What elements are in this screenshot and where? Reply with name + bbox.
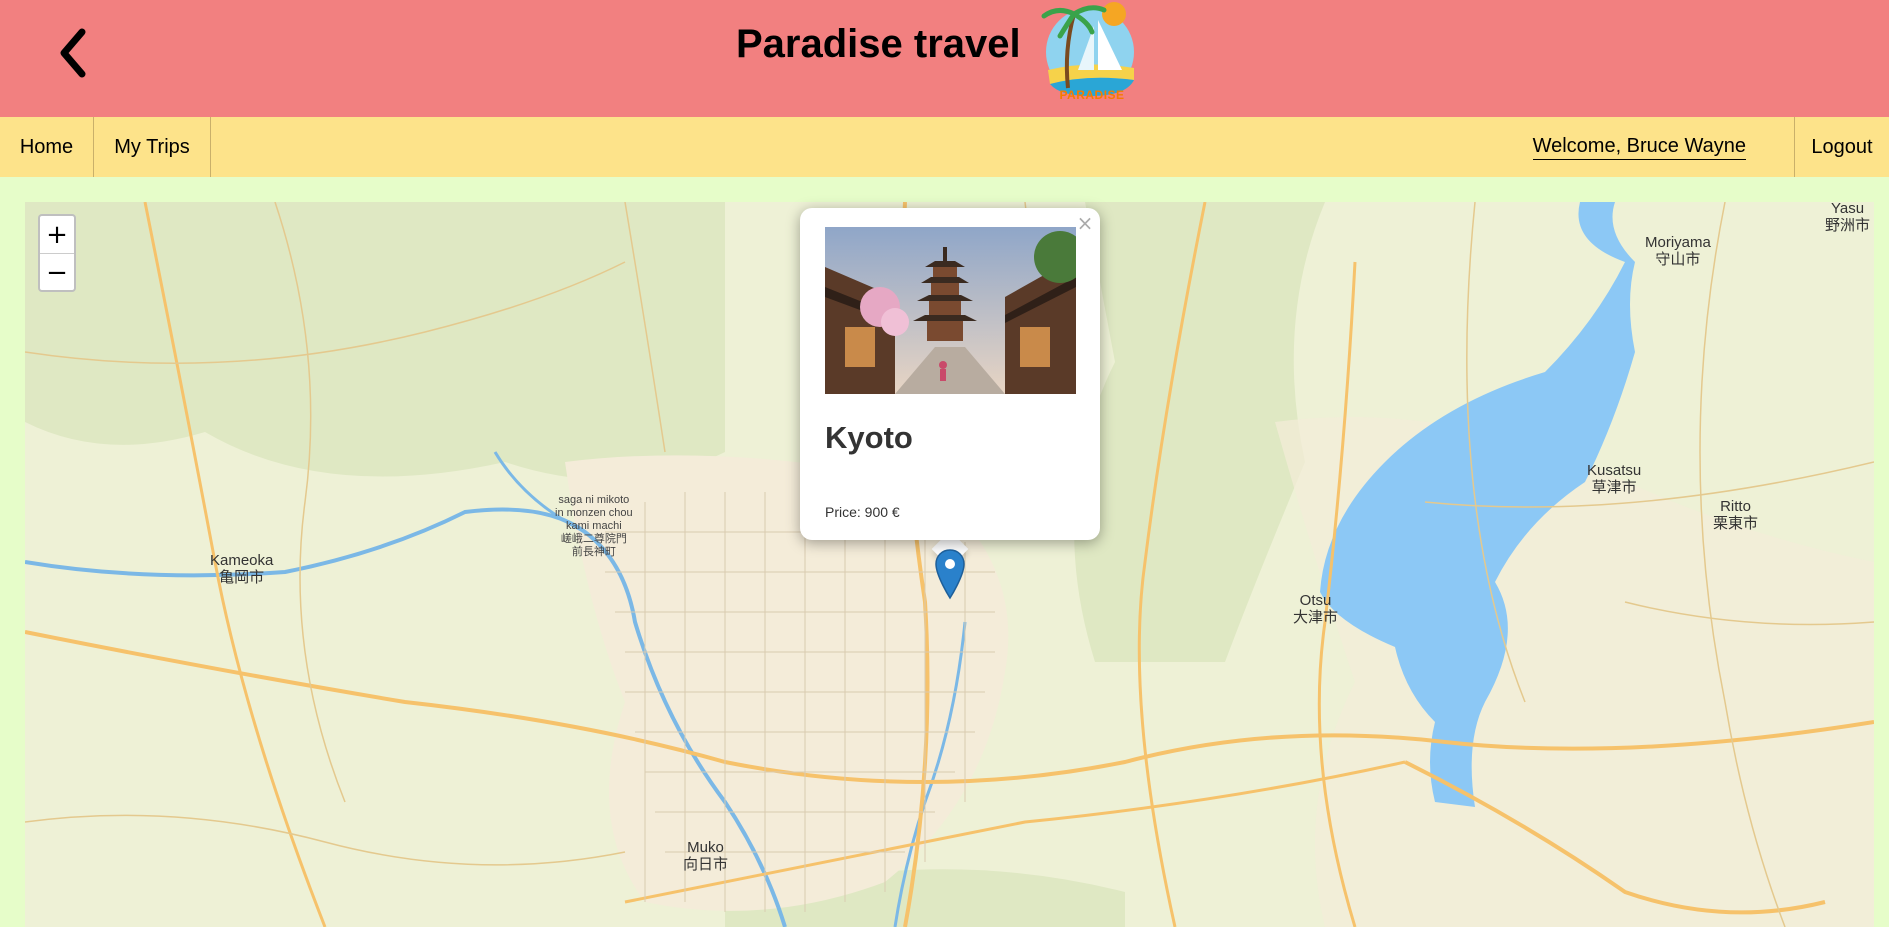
map-label-ritto: Ritto 栗東市: [1713, 498, 1758, 532]
map-label-ritto-en: Ritto: [1720, 498, 1751, 515]
map-label-moriyama: Moriyama 守山市: [1645, 234, 1711, 268]
popup-close-button[interactable]: ×: [1074, 211, 1096, 235]
back-button[interactable]: [48, 18, 98, 88]
map-label-saga-3: kami machi: [566, 520, 622, 532]
map-label-kameoka-en: Kameoka: [210, 552, 274, 569]
chevron-left-icon: [60, 28, 86, 78]
zoom-out-button[interactable]: −: [40, 254, 74, 291]
map-label-kusatsu-jp: 草津市: [1591, 479, 1637, 496]
map-label-muko-en: Muko: [687, 839, 724, 856]
map-label-yasu: Yasu 野洲市: [1825, 202, 1870, 234]
popup-price: Price: 900 €: [825, 504, 900, 520]
logo-text: PARADISE: [1059, 88, 1125, 102]
nav-home[interactable]: Home: [0, 117, 94, 177]
map-label-saga-4: 嵯峨二尊院門: [560, 533, 627, 545]
map-label-yasu-jp: 野洲市: [1825, 217, 1871, 234]
map-label-moriyama-en: Moriyama: [1645, 234, 1711, 251]
app-header: Paradise travel PARADISE: [0, 0, 1889, 117]
map-label-saga-1: saga ni mikoto: [558, 494, 630, 506]
map-label-ritto-jp: 栗東市: [1713, 515, 1759, 532]
map-label-kusatsu-en: Kusatsu: [1587, 462, 1642, 479]
map-label-kameoka-jp: 亀岡市: [219, 569, 265, 586]
map-marker-icon[interactable]: [934, 548, 966, 600]
welcome-link[interactable]: Welcome, Bruce Wayne: [1530, 117, 1750, 177]
map-label-saga-2: in monzen chou: [555, 507, 633, 519]
map-label-moriyama-jp: 守山市: [1655, 251, 1701, 268]
kyoto-photo-illustration: [825, 227, 1076, 394]
site-title: Paradise travel: [736, 22, 1021, 66]
popup-title: Kyoto: [825, 420, 913, 455]
welcome-text: Welcome, Bruce Wayne: [1532, 135, 1746, 160]
map-label-yasu-en: Yasu: [1830, 202, 1865, 217]
map-label-otsu: Otsu 大津市: [1293, 592, 1338, 626]
map-label-kameoka: Kameoka 亀岡市: [210, 552, 273, 586]
map-label-muko: Muko 向日市: [683, 839, 728, 873]
logout-button[interactable]: Logout: [1794, 117, 1889, 177]
kyoto-photo: [825, 227, 1076, 394]
map-label-otsu-en: Otsu: [1299, 592, 1332, 609]
map-label-kusatsu: Kusatsu 草津市: [1587, 462, 1641, 496]
navbar: Home My Trips Welcome, Bruce Wayne Logou…: [0, 117, 1889, 177]
map-label-saga: saga ni mikoto in monzen chou kami machi…: [555, 494, 633, 559]
nav-my-trips[interactable]: My Trips: [94, 117, 211, 177]
zoom-in-button[interactable]: +: [40, 216, 74, 254]
map-label-muko-jp: 向日市: [683, 856, 729, 873]
map-label-saga-5: 前長神町: [571, 546, 616, 558]
map-label-otsu-jp: 大津市: [1293, 609, 1339, 626]
zoom-control: + −: [38, 214, 76, 292]
